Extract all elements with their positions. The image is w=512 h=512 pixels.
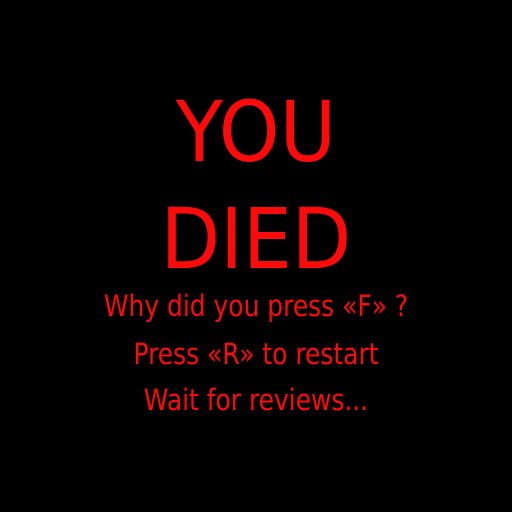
title-you: YOU: [175, 83, 337, 181]
message-press-r-restart: Press «R» to restart: [133, 337, 379, 371]
message-wait-reviews: Wait for reviews...: [143, 383, 369, 417]
message-why-pressed-f: Why did you press «F» ?: [103, 289, 409, 323]
game-over-screen: YOU DIED Why did you press «F» ? Press «…: [0, 0, 512, 512]
title-died: DIED: [160, 190, 352, 288]
